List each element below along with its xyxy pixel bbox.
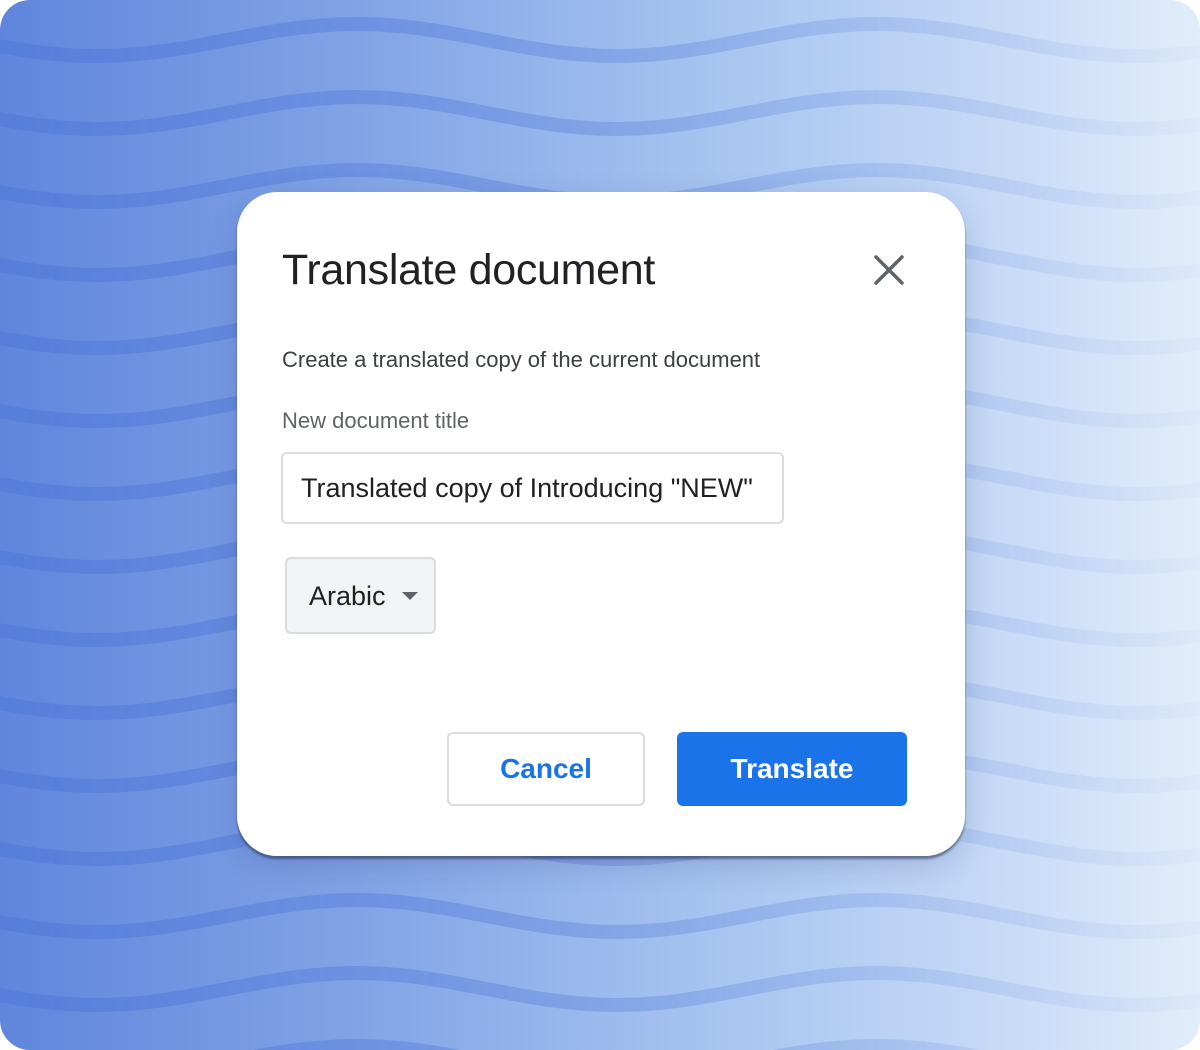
cancel-button[interactable]: Cancel (447, 732, 645, 806)
wave-line (0, 16, 1200, 64)
translate-dialog: Translate document Create a translated c… (237, 192, 965, 856)
chevron-down-icon (401, 591, 418, 600)
background-frame: Translate document Create a translated c… (0, 0, 1200, 1050)
wave-line (0, 892, 1200, 940)
translate-button[interactable]: Translate (677, 732, 907, 806)
selected-language: Arabic (309, 580, 386, 611)
language-dropdown[interactable]: Arabic (285, 557, 436, 634)
document-title-label: New document title (282, 408, 470, 433)
close-icon (874, 255, 904, 285)
wave-line (0, 89, 1200, 137)
wave-line (0, 965, 1200, 1013)
dialog-description: Create a translated copy of the current … (282, 347, 761, 372)
dialog-title: Translate document (282, 246, 656, 294)
wave-line (252, 1038, 982, 1050)
close-button[interactable] (865, 246, 913, 294)
document-title-input[interactable] (281, 452, 784, 524)
